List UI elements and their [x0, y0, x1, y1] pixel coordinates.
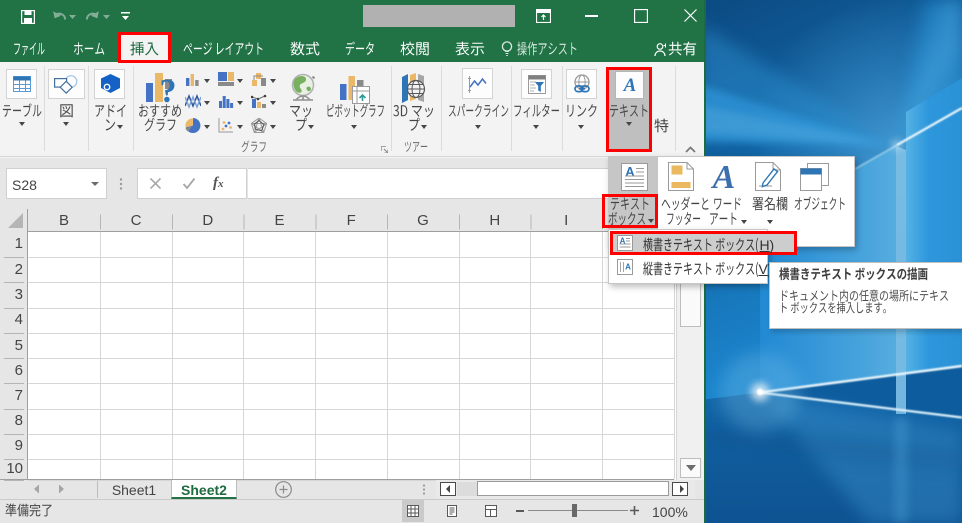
svg-text:A: A [625, 262, 631, 271]
svg-text:?: ? [160, 73, 177, 107]
svg-text:A: A [711, 164, 736, 191]
svg-text:A: A [625, 164, 635, 179]
svg-text:A: A [623, 76, 637, 94]
